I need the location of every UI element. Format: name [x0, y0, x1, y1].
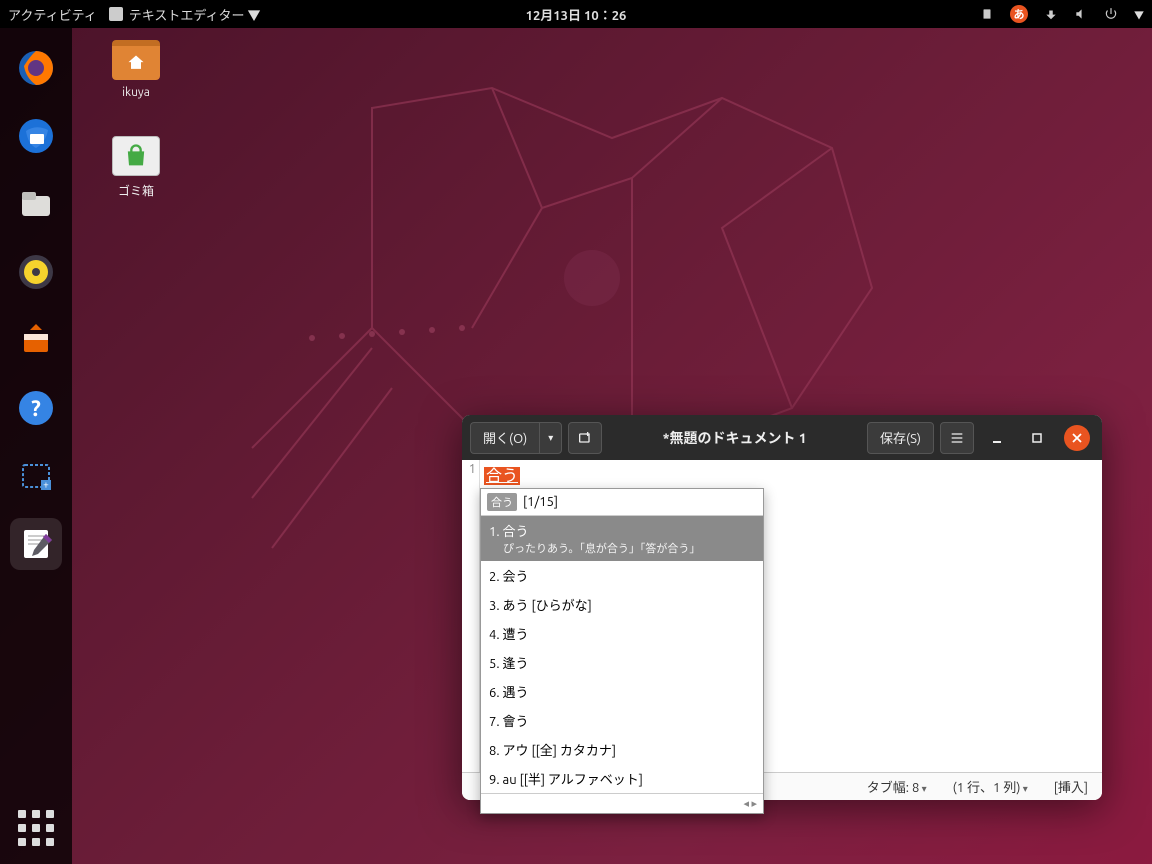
- show-apps-button[interactable]: [18, 810, 54, 846]
- ime-candidate-popup: 合う [1/15] 1. 合うぴったりあう。「息が合う」「答が合う」2. 会う3…: [480, 488, 764, 814]
- ime-candidate[interactable]: 7. 會う: [481, 706, 763, 735]
- svg-text:?: ?: [31, 396, 41, 421]
- dock-text-editor[interactable]: [10, 518, 62, 570]
- app-menu-label: テキストエディター ▼: [129, 5, 261, 24]
- maximize-button[interactable]: [1024, 425, 1050, 451]
- desktop-trash-label: ゴミ箱: [96, 182, 176, 199]
- power-icon[interactable]: [1104, 7, 1118, 21]
- ime-candidate[interactable]: 4. 遭う: [481, 619, 763, 648]
- ime-header: 合う [1/15]: [481, 489, 763, 516]
- dock-firefox[interactable]: [10, 42, 62, 94]
- dock-thunderbird[interactable]: [10, 110, 62, 162]
- ime-candidate[interactable]: 3. あう [ひらがな]: [481, 590, 763, 619]
- dock-rhythmbox[interactable]: [10, 246, 62, 298]
- close-button[interactable]: [1064, 425, 1090, 451]
- top-panel: アクティビティ テキストエディター ▼ 12月13日 10：26 あ ▼: [0, 0, 1152, 28]
- ime-candidate-list: 1. 合うぴったりあう。「息が合う」「答が合う」2. 会う3. あう [ひらがな…: [481, 516, 763, 793]
- desktop-home-folder[interactable]: ikuya: [96, 40, 176, 99]
- ime-indicator[interactable]: あ: [1010, 5, 1028, 23]
- dock: ? +: [0, 28, 72, 864]
- ime-candidate[interactable]: 6. 遇う: [481, 677, 763, 706]
- window-title: *無題のドキュメント 1: [608, 428, 861, 448]
- clipboard-icon[interactable]: [980, 7, 994, 21]
- clock[interactable]: 12月13日 10：26: [526, 5, 627, 24]
- ime-candidate[interactable]: 1. 合うぴったりあう。「息が合う」「答が合う」: [481, 516, 763, 561]
- system-menu-arrow-icon[interactable]: ▼: [1134, 7, 1144, 22]
- insert-mode[interactable]: [挿入]: [1054, 777, 1088, 796]
- dock-screenshot[interactable]: +: [10, 450, 62, 502]
- volume-icon[interactable]: [1074, 7, 1088, 21]
- dock-software[interactable]: [10, 314, 62, 366]
- new-tab-button[interactable]: [568, 422, 602, 454]
- ime-current-chip: 合う: [487, 493, 517, 511]
- dock-files[interactable]: [10, 178, 62, 230]
- desktop-home-label: ikuya: [96, 86, 176, 99]
- ime-candidate[interactable]: 5. 逢う: [481, 648, 763, 677]
- open-button[interactable]: 開く(O): [470, 422, 539, 454]
- text-editor-icon: [109, 7, 123, 21]
- desktop-trash[interactable]: ゴミ箱: [96, 136, 176, 199]
- ime-candidate[interactable]: 2. 会う: [481, 561, 763, 590]
- minimize-button[interactable]: [984, 425, 1010, 451]
- activities-button[interactable]: アクティビティ: [8, 5, 97, 24]
- cursor-position[interactable]: (1 行、1 列): [953, 777, 1028, 796]
- save-button[interactable]: 保存(S): [867, 422, 934, 454]
- ime-candidate[interactable]: 9. au [[半] アルファベット]: [481, 764, 763, 793]
- window-titlebar[interactable]: 開く(O) *無題のドキュメント 1 保存(S): [462, 415, 1102, 460]
- svg-text:+: +: [43, 479, 49, 490]
- network-icon[interactable]: [1044, 7, 1058, 21]
- ime-footer: ◂ ▸: [481, 793, 763, 813]
- open-recent-button[interactable]: [539, 422, 562, 454]
- app-menu[interactable]: テキストエディター ▼: [109, 5, 261, 24]
- line-gutter: 1: [462, 460, 480, 772]
- ime-preedit-text: 合う: [484, 467, 520, 485]
- ime-count: [1/15]: [523, 495, 558, 509]
- ime-candidate[interactable]: 8. アウ [[全] カタカナ]: [481, 735, 763, 764]
- ime-nav-arrows[interactable]: ◂ ▸: [743, 797, 757, 810]
- tab-width-selector[interactable]: タブ幅: 8: [867, 777, 927, 796]
- dock-help[interactable]: ?: [10, 382, 62, 434]
- hamburger-menu-button[interactable]: [940, 422, 974, 454]
